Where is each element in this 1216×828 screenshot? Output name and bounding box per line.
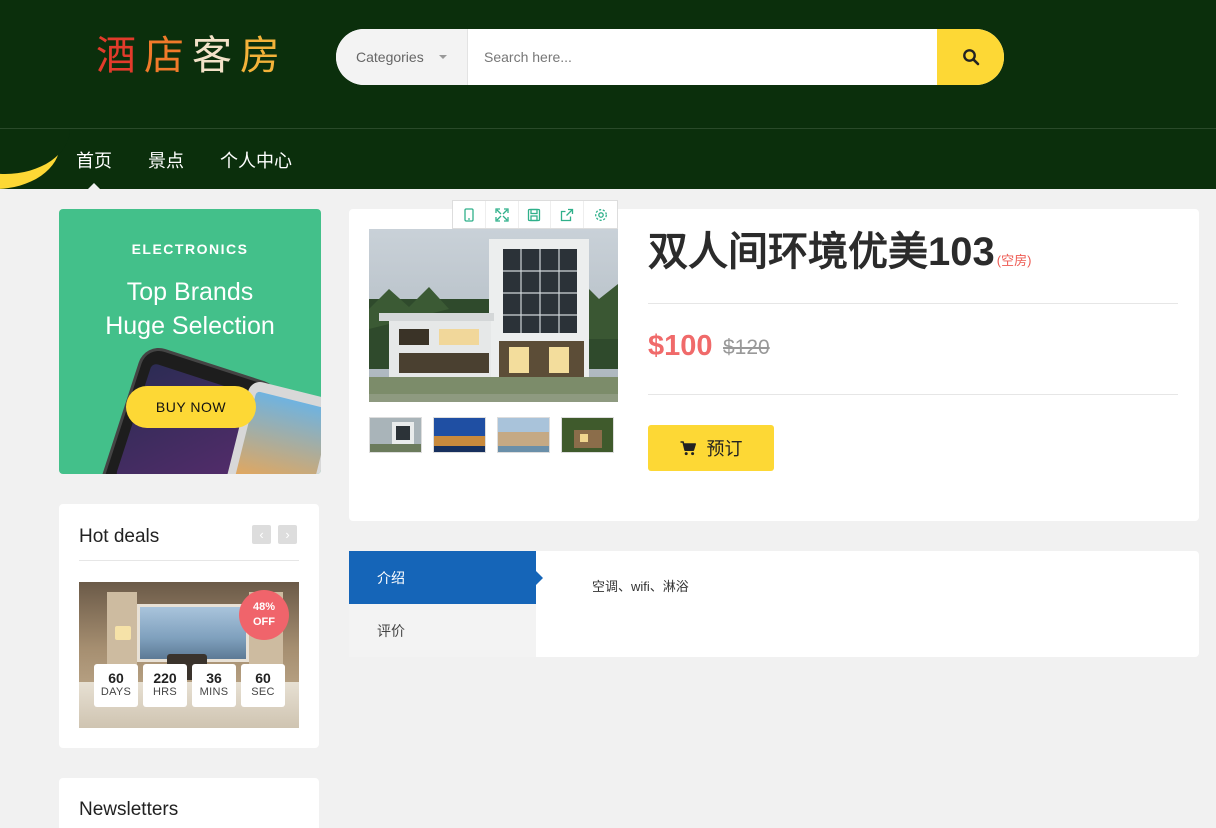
site-logo[interactable]: 酒 店 客 房 <box>96 30 280 82</box>
product-main-image[interactable] <box>369 229 618 402</box>
promo-banner[interactable]: ELECTRONICS Top Brands Huge Selection BU… <box>59 209 321 474</box>
tab-list: 介绍 评价 <box>349 551 543 657</box>
timer-box: 220 HRS <box>143 664 187 707</box>
logo-char: 店 <box>144 33 184 79</box>
image-toolbar <box>452 200 618 229</box>
nav-item-attractions[interactable]: 景点 <box>148 129 184 189</box>
divider <box>79 560 299 561</box>
tab-content: 空调、wifi、淋浴 <box>592 579 689 594</box>
current-price: $100 <box>648 330 713 362</box>
buy-now-button[interactable]: BUY NOW <box>126 386 256 428</box>
main-nav: 首页 景点 个人中心 <box>0 128 1216 189</box>
chevron-left-icon[interactable]: ‹ <box>252 525 271 544</box>
book-label: 预订 <box>706 439 743 459</box>
timer-value: 36 <box>206 670 222 686</box>
newsletters-title: Newsletters <box>79 799 179 820</box>
discount-badge: 48% OFF <box>239 590 289 640</box>
fullscreen-icon[interactable] <box>486 201 519 228</box>
timer-box: 60 DAYS <box>94 664 138 707</box>
timer-unit: DAYS <box>100 686 132 698</box>
product-title: 双人间环境优美103 (空房) <box>648 229 1031 284</box>
logo-char: 房 <box>240 33 280 79</box>
thumbnail[interactable] <box>369 417 422 453</box>
nav-item-profile[interactable]: 个人中心 <box>220 129 292 189</box>
save-icon[interactable] <box>519 201 552 228</box>
promo-title-line: Huge Selection <box>105 312 275 340</box>
thumbnail[interactable] <box>561 417 614 453</box>
product-name: 双人间环境优美103 <box>648 230 995 274</box>
newsletters-widget: Newsletters <box>59 778 319 828</box>
promo-title: Top Brands Huge Selection <box>59 275 321 343</box>
search-bar: Categories <box>336 29 1004 85</box>
divider <box>648 394 1178 395</box>
product-tabs: 介绍 评价 空调、wifi、淋浴 <box>349 551 1199 657</box>
timer-value: 60 <box>108 670 124 686</box>
timer-unit: MINS <box>199 686 229 698</box>
chevron-down-icon <box>439 55 447 59</box>
header: 酒 店 客 房 Categories <box>0 0 1216 128</box>
house-photo <box>369 229 618 402</box>
discount-label: OFF <box>253 616 275 628</box>
hot-deals-widget: Hot deals ‹ › 48% OFF 60 DAYS 220 HRS 36 <box>59 504 319 748</box>
book-button[interactable]: 预订 <box>648 425 774 471</box>
tab-reviews[interactable]: 评价 <box>349 604 536 657</box>
categories-select[interactable]: Categories <box>336 29 468 85</box>
categories-label: Categories <box>356 49 424 65</box>
search-icon <box>962 49 979 66</box>
thumbnail[interactable] <box>497 417 550 453</box>
search-button[interactable] <box>937 29 1004 85</box>
search-input[interactable] <box>468 29 937 85</box>
discount-percent: 48% <box>252 601 276 613</box>
logo-char: 客 <box>192 33 232 79</box>
nav-decoration-mask <box>0 129 70 174</box>
timer-box: 60 SEC <box>241 664 285 707</box>
thumbnail[interactable] <box>433 417 486 453</box>
cart-icon <box>680 440 696 455</box>
timer-box: 36 MINS <box>192 664 236 707</box>
countdown-timer: 60 DAYS 220 HRS 36 MINS 60 SEC <box>94 664 285 707</box>
nav-item-home[interactable]: 首页 <box>76 129 112 189</box>
settings-icon[interactable] <box>584 201 617 228</box>
share-icon[interactable] <box>551 201 585 228</box>
phone-icon[interactable] <box>453 201 486 228</box>
tab-introduction[interactable]: 介绍 <box>349 551 543 604</box>
timer-value: 60 <box>255 670 271 686</box>
chevron-right-icon[interactable]: › <box>278 525 297 544</box>
logo-char: 酒 <box>96 33 136 79</box>
original-price: $120 <box>723 336 770 359</box>
promo-eyebrow: ELECTRONICS <box>131 241 249 257</box>
timer-value: 220 <box>153 670 177 686</box>
timer-unit: SEC <box>251 686 275 698</box>
hot-deals-title: Hot deals <box>79 526 160 547</box>
promo-title-line: Top Brands <box>126 278 254 306</box>
hot-deal-image[interactable]: 48% OFF 60 DAYS 220 HRS 36 MINS 60 SEC <box>79 582 299 728</box>
thumbnail-strip <box>369 417 614 453</box>
timer-unit: HRS <box>152 686 178 698</box>
availability-badge: (空房) <box>996 253 1032 268</box>
product-card: 双人间环境优美103 (空房) $100 $120 预订 <box>349 200 1199 521</box>
divider <box>648 303 1178 304</box>
